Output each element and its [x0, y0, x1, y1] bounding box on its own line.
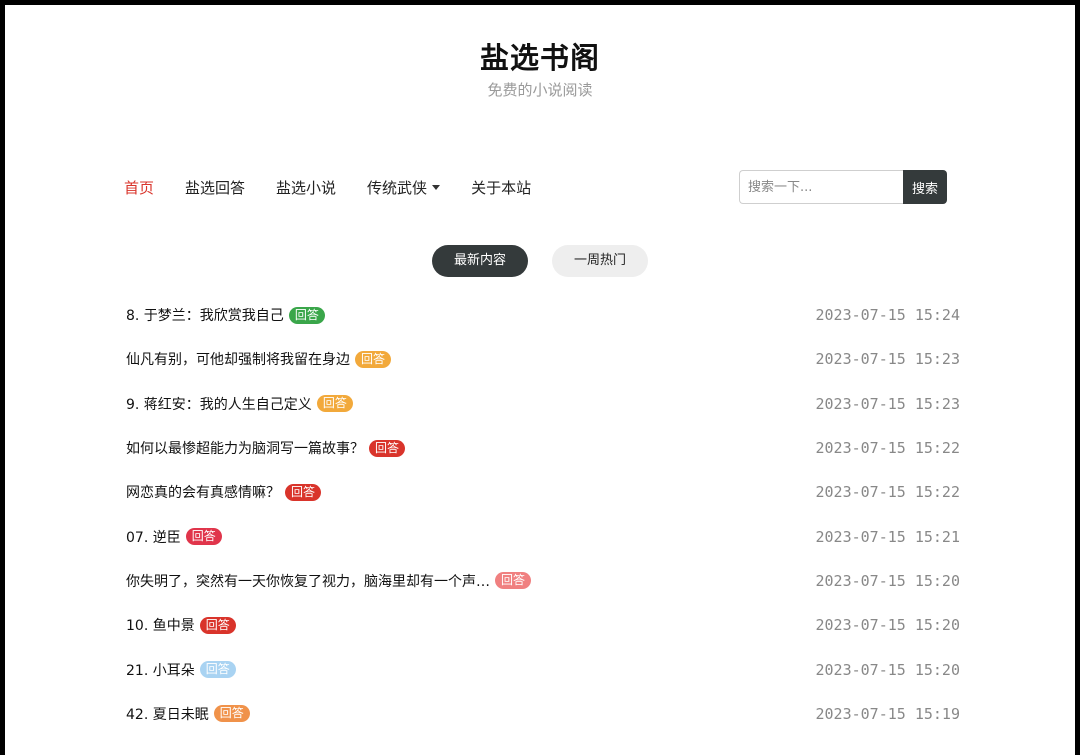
nav-item-wuxia-dropdown[interactable]: 传统武侠 — [367, 177, 441, 198]
nav-item-about[interactable]: 关于本站 — [471, 177, 531, 198]
main-nav: 首页 盐选回答 盐选小说 传统武侠 关于本站 — [124, 175, 562, 199]
nav-item-home[interactable]: 首页 — [124, 177, 154, 198]
article-list: 8. 于梦兰：我欣赏我自己 回答 2023-07-15 15:24 仙凡有别，可他… — [126, 293, 960, 736]
item-title[interactable]: 42. 夏日未眠 — [126, 704, 209, 724]
search-input[interactable] — [739, 170, 903, 204]
page: 盐选书阁 免费的小说阅读 首页 盐选回答 盐选小说 传统武侠 关于本站 搜索 最… — [5, 5, 1075, 755]
list-item[interactable]: 9. 蒋红安：我的人生自己定义 回答 2023-07-15 15:23 — [126, 382, 960, 426]
answer-badge: 回答 — [285, 483, 322, 501]
item-title[interactable]: 10. 鱼中景 — [126, 615, 195, 635]
list-item[interactable]: 07. 逆臣 回答 2023-07-15 15:21 — [126, 514, 960, 558]
answer-badge: 回答 — [288, 306, 325, 324]
caret-down-icon — [432, 184, 441, 190]
list-item[interactable]: 网恋真的会有真感情嘛？ 回答 2023-07-15 15:22 — [126, 470, 960, 514]
answer-badge: 回答 — [316, 395, 353, 413]
list-item[interactable]: 42. 夏日未眠 回答 2023-07-15 15:19 — [126, 692, 960, 736]
item-timestamp: 2023-07-15 15:22 — [815, 483, 961, 502]
item-timestamp: 2023-07-15 15:23 — [815, 394, 961, 413]
answer-badge: 回答 — [213, 705, 250, 723]
answer-badge: 回答 — [199, 616, 236, 634]
item-timestamp: 2023-07-15 15:23 — [815, 350, 961, 369]
answer-badge: 回答 — [199, 661, 236, 679]
nav-item-answers[interactable]: 盐选回答 — [185, 177, 245, 198]
item-timestamp: 2023-07-15 15:24 — [815, 306, 961, 325]
search-form: 搜索 — [739, 170, 947, 204]
item-title[interactable]: 8. 于梦兰：我欣赏我自己 — [126, 305, 284, 325]
answer-badge: 回答 — [355, 350, 392, 368]
nav-item-label: 传统武侠 — [367, 178, 428, 197]
site-title[interactable]: 盐选书阁 — [5, 35, 1075, 77]
item-title[interactable]: 21. 小耳朵 — [126, 660, 195, 680]
list-item[interactable]: 你失明了，突然有一天你恢复了视力，脑海里却有一个声… 回答 2023-07-15 … — [126, 559, 960, 603]
list-item[interactable]: 10. 鱼中景 回答 2023-07-15 15:20 — [126, 603, 960, 647]
nav-item-label: 盐选回答 — [185, 178, 246, 197]
content-tabs: 最新内容 一周热门 — [5, 245, 1075, 277]
item-timestamp: 2023-07-15 15:20 — [815, 571, 961, 590]
site-subtitle: 免费的小说阅读 — [487, 81, 593, 99]
list-item[interactable]: 8. 于梦兰：我欣赏我自己 回答 2023-07-15 15:24 — [126, 293, 960, 337]
nav-item-novels[interactable]: 盐选小说 — [276, 177, 336, 198]
answer-badge: 回答 — [369, 439, 406, 457]
item-title[interactable]: 如何以最惨超能力为脑洞写一篇故事？ — [126, 438, 364, 458]
tab-latest[interactable]: 最新内容 — [432, 245, 528, 277]
list-item[interactable]: 仙凡有别，可他却强制将我留在身边 回答 2023-07-15 15:23 — [126, 337, 960, 381]
item-title[interactable]: 仙凡有别，可他却强制将我留在身边 — [126, 349, 350, 369]
item-title[interactable]: 网恋真的会有真感情嘛？ — [126, 482, 280, 502]
answer-badge: 回答 — [185, 528, 222, 546]
item-timestamp: 2023-07-15 15:20 — [815, 660, 961, 679]
item-timestamp: 2023-07-15 15:20 — [815, 616, 961, 635]
item-timestamp: 2023-07-15 15:19 — [815, 704, 961, 723]
list-item[interactable]: 如何以最惨超能力为脑洞写一篇故事？ 回答 2023-07-15 15:22 — [126, 426, 960, 470]
search-button[interactable]: 搜索 — [903, 170, 947, 204]
tab-weekly-hot[interactable]: 一周热门 — [552, 245, 648, 277]
nav-item-label: 关于本站 — [471, 178, 532, 197]
item-title[interactable]: 9. 蒋红安：我的人生自己定义 — [126, 394, 312, 414]
answer-badge: 回答 — [495, 572, 532, 590]
list-item[interactable]: 21. 小耳朵 回答 2023-07-15 15:20 — [126, 647, 960, 691]
item-title[interactable]: 你失明了，突然有一天你恢复了视力，脑海里却有一个声… — [126, 571, 490, 591]
nav-item-label: 盐选小说 — [276, 178, 337, 197]
item-timestamp: 2023-07-15 15:22 — [815, 439, 961, 458]
nav-item-label: 首页 — [124, 178, 155, 197]
item-timestamp: 2023-07-15 15:21 — [815, 527, 961, 546]
item-title[interactable]: 07. 逆臣 — [126, 527, 181, 547]
